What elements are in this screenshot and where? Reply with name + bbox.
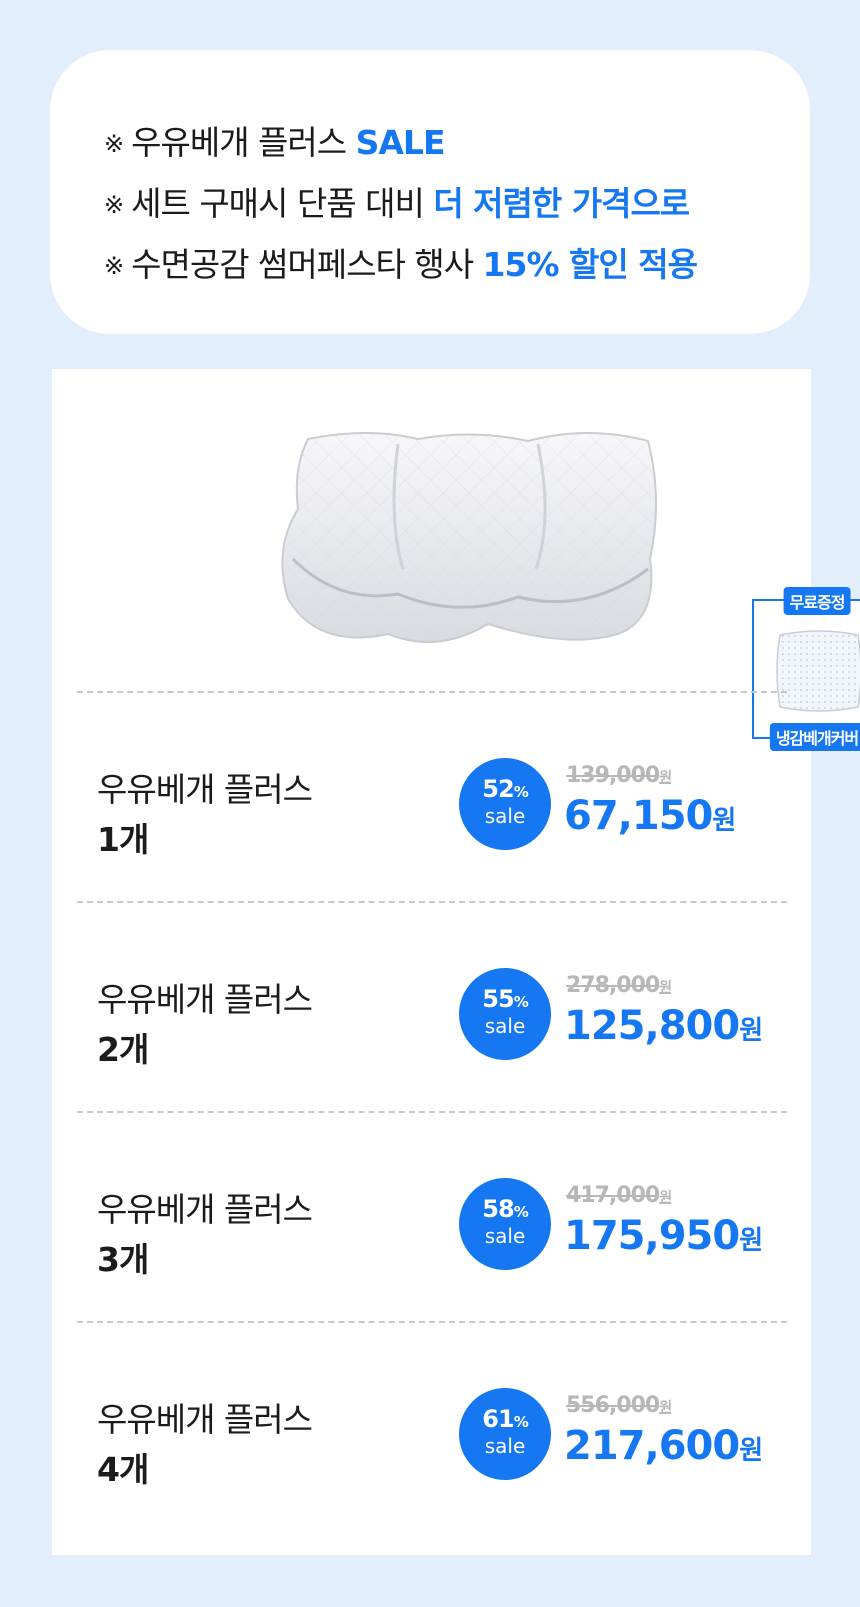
sale-notice-box: ※ 우유베개 플러스 SALE ※ 세트 구매시 단품 대비 더 저렴한 가격으로 … bbox=[50, 50, 810, 334]
discount-badge: 52% sale bbox=[459, 758, 551, 850]
pillow-image bbox=[281, 432, 658, 643]
discount-badge: 61% sale bbox=[459, 1388, 551, 1480]
notice-highlight: 15% 할인 적용 bbox=[482, 245, 698, 284]
option-quantity: 4개 bbox=[97, 1450, 149, 1489]
notice-highlight: 더 저렴한 가격으로 bbox=[433, 184, 690, 223]
notice-line-2: ※ 세트 구매시 단품 대비 더 저렴한 가격으로 bbox=[104, 184, 690, 223]
discount-badge: 58% sale bbox=[459, 1178, 551, 1270]
option-name: 우유베개 플러스 bbox=[97, 1400, 313, 1439]
option-row[interactable]: 우유베개 플러스 2개 55% sale 278,000원 125,800원 bbox=[77, 901, 787, 1109]
sale-price: 67,150원 bbox=[564, 793, 736, 839]
sale-price: 125,800원 bbox=[564, 1003, 763, 1049]
reference-mark-icon: ※ bbox=[104, 252, 124, 280]
discount-badge: 55% sale bbox=[459, 968, 551, 1060]
original-price: 278,000원 bbox=[566, 973, 672, 998]
option-quantity: 3개 bbox=[97, 1240, 149, 1279]
option-row[interactable]: 우유베개 플러스 3개 58% sale 417,000원 175,950원 bbox=[77, 1111, 787, 1319]
product-image-area: 무료증정 냉감베개커버 bbox=[222, 429, 860, 751]
sale-price: 175,950원 bbox=[564, 1213, 763, 1259]
option-name: 우유베개 플러스 bbox=[97, 980, 313, 1019]
option-quantity: 1개 bbox=[97, 820, 149, 859]
reference-mark-icon: ※ bbox=[104, 130, 124, 158]
reference-mark-icon: ※ bbox=[104, 191, 124, 219]
option-name: 우유베개 플러스 bbox=[97, 1190, 313, 1229]
option-name: 우유베개 플러스 bbox=[97, 770, 313, 809]
original-price: 139,000원 bbox=[566, 763, 672, 788]
original-price: 556,000원 bbox=[566, 1393, 672, 1418]
option-row[interactable]: 우유베개 플러스 4개 61% sale 556,000원 217,600원 bbox=[77, 1321, 787, 1529]
original-price: 417,000원 bbox=[566, 1183, 672, 1208]
option-quantity: 2개 bbox=[97, 1030, 149, 1069]
price-card: 무료증정 냉감베개커버 우유베개 플러스 1개 52% sale 139,000… bbox=[52, 369, 860, 1555]
notice-highlight: SALE bbox=[355, 123, 446, 162]
sale-price: 217,600원 bbox=[564, 1423, 763, 1469]
notice-line-3: ※ 수면공감 썸머페스타 행사 15% 할인 적용 bbox=[104, 245, 698, 284]
notice-line-1: ※ 우유베개 플러스 SALE bbox=[104, 123, 446, 162]
option-row[interactable]: 우유베개 플러스 1개 52% sale 139,000원 67,150원 bbox=[77, 691, 787, 899]
gift-title: 무료증정 bbox=[783, 587, 851, 615]
